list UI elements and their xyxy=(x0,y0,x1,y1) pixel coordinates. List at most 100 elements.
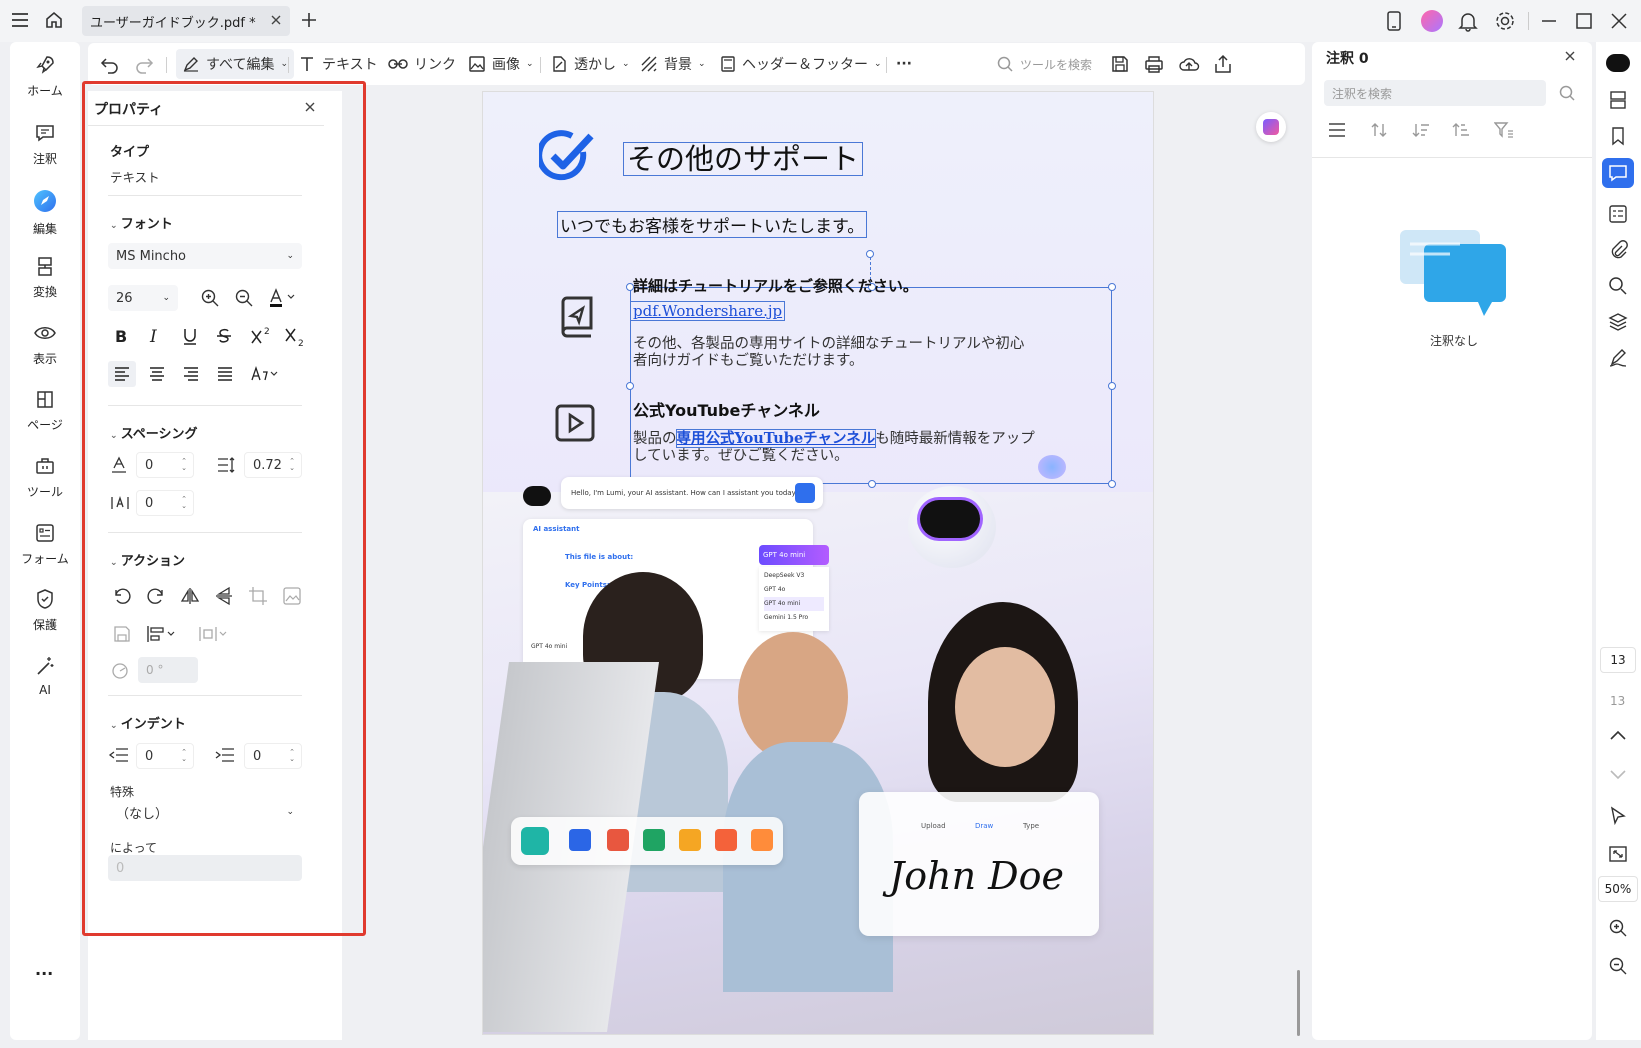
stepper-icon[interactable]: ⌃ ⌄ xyxy=(289,749,295,763)
sort-icon[interactable] xyxy=(1370,122,1388,138)
bell-icon[interactable] xyxy=(1458,10,1478,32)
tutorial-title[interactable]: 詳細はチュートリアルをご参照ください。 xyxy=(633,275,918,296)
close-window-icon[interactable] xyxy=(1610,12,1628,30)
font-section-header[interactable]: ⌄ フォント xyxy=(110,213,173,232)
next-page-icon[interactable] xyxy=(1608,768,1628,782)
resize-handle[interactable] xyxy=(626,382,634,390)
undo-icon[interactable] xyxy=(100,43,120,85)
attachment-icon[interactable] xyxy=(1608,240,1628,260)
form-fields-icon[interactable] xyxy=(1608,204,1628,224)
align-right-icon[interactable] xyxy=(182,366,200,382)
indent-right-input[interactable]: 0 ⌃ ⌄ xyxy=(244,743,302,769)
filter-icon[interactable] xyxy=(1494,122,1514,138)
resize-handle[interactable] xyxy=(868,480,876,488)
minimize-icon[interactable] xyxy=(1540,12,1558,30)
justify-icon[interactable] xyxy=(216,366,234,382)
close-tab-icon[interactable] xyxy=(270,14,282,26)
ai-robot-icon[interactable] xyxy=(1606,54,1630,72)
nav-item-ai[interactable]: AI xyxy=(10,655,80,715)
action-section-header[interactable]: ⌄ アクション xyxy=(110,550,185,569)
stepper-icon[interactable]: ⌃ ⌄ xyxy=(181,749,187,763)
close-comments-icon[interactable] xyxy=(1564,50,1576,62)
background-button[interactable]: 背景 ⌄ xyxy=(640,43,706,85)
align-left-icon[interactable] xyxy=(108,361,136,387)
nav-item-annotate[interactable]: 注釈 xyxy=(10,122,80,182)
subscript-icon[interactable]: 2 xyxy=(284,327,306,347)
add-image-button[interactable]: 画像 ⌄ xyxy=(468,43,534,85)
vertical-scrollbar[interactable] xyxy=(1297,970,1300,1036)
layers-icon[interactable] xyxy=(1608,312,1628,332)
maximize-icon[interactable] xyxy=(1575,12,1593,30)
nav-item-form[interactable]: フォーム xyxy=(10,522,80,582)
signature-icon[interactable] xyxy=(1608,348,1628,368)
nav-item-home[interactable]: ホーム xyxy=(10,54,80,114)
stepper-icon[interactable]: ⌃ ⌄ xyxy=(181,458,187,472)
tutorial-link[interactable]: pdf.Wondershare.jp xyxy=(629,301,786,321)
add-text-button[interactable]: テキスト xyxy=(298,43,378,85)
comments-panel-icon[interactable] xyxy=(1602,158,1634,188)
new-tab-icon[interactable] xyxy=(300,11,318,29)
rotate-left-icon[interactable] xyxy=(112,586,132,606)
more-tools-button[interactable]: ··· xyxy=(896,43,912,85)
watermark-button[interactable]: 透かし ⌄ xyxy=(550,43,630,85)
underline-icon[interactable] xyxy=(182,327,198,345)
zoom-in-icon[interactable] xyxy=(1608,918,1628,938)
rotation-input[interactable]: 0 ° xyxy=(138,657,198,683)
spacing-section-header[interactable]: ⌄ スペーシング xyxy=(110,423,198,442)
sort-descending-icon[interactable] xyxy=(1412,122,1430,138)
support-heading[interactable]: その他のサポート xyxy=(622,142,864,176)
align-objects-icon[interactable] xyxy=(146,624,178,644)
zoom-in-font-icon[interactable] xyxy=(200,288,220,308)
font-size-select[interactable]: 26 ⌄ xyxy=(108,285,178,311)
italic-icon[interactable]: I xyxy=(148,327,164,345)
fit-page-icon[interactable] xyxy=(1608,844,1628,864)
mobile-icon[interactable] xyxy=(1386,10,1402,32)
list-icon[interactable] xyxy=(1328,122,1346,138)
crop-icon[interactable] xyxy=(248,586,268,606)
sort-ascending-icon[interactable] xyxy=(1452,122,1470,138)
comment-search-input[interactable]: 注釈を検索 xyxy=(1324,80,1546,106)
line-spacing-input[interactable]: 0.72 ⌃ ⌄ xyxy=(244,452,302,478)
special-indent-select[interactable]: （なし） ⌄ xyxy=(108,799,302,825)
nav-item-protect[interactable]: 保護 xyxy=(10,588,80,648)
gear-icon[interactable] xyxy=(1494,10,1516,32)
indent-section-header[interactable]: ⌄ インデント xyxy=(110,713,186,732)
character-spacing-input[interactable]: 0 ⌃ ⌄ xyxy=(136,452,194,478)
close-properties-icon[interactable] xyxy=(304,101,316,113)
thumbnails-icon[interactable] xyxy=(1608,90,1628,110)
indent-left-input[interactable]: 0 ⌃ ⌄ xyxy=(136,743,194,769)
font-family-select[interactable]: MS Mincho ⌄ xyxy=(108,243,302,269)
strikethrough-icon[interactable] xyxy=(216,327,232,345)
text-direction-icon[interactable] xyxy=(250,364,280,384)
extract-icon[interactable] xyxy=(112,624,132,644)
document-tab[interactable]: ユーザーガイドブック.pdf * xyxy=(82,6,290,36)
bookmark-icon[interactable] xyxy=(1608,126,1628,146)
nav-item-page[interactable]: ページ xyxy=(10,388,80,448)
print-icon[interactable] xyxy=(1144,43,1164,85)
save-icon[interactable] xyxy=(1110,43,1130,85)
redo-icon[interactable] xyxy=(134,43,154,85)
tool-search[interactable]: ツールを検索 xyxy=(996,43,1092,85)
resize-handle[interactable] xyxy=(1108,382,1116,390)
replace-image-icon[interactable] xyxy=(282,586,302,606)
add-link-button[interactable]: リンク xyxy=(388,43,456,85)
align-center-icon[interactable] xyxy=(148,366,166,382)
tutorial-body-line-2[interactable]: 者向けガイドもご覧いただけます。 xyxy=(633,349,864,370)
youtube-title[interactable]: 公式YouTubeチャンネル xyxy=(633,397,820,421)
header-footer-button[interactable]: ヘッダー＆フッター ⌄ xyxy=(720,43,882,85)
edit-all-button[interactable]: すべて編集 ⌄ xyxy=(176,49,295,79)
nav-item-view[interactable]: 表示 xyxy=(10,322,80,382)
bold-icon[interactable]: B xyxy=(114,327,130,345)
stepper-icon[interactable]: ⌃ ⌄ xyxy=(181,496,187,510)
resize-handle[interactable] xyxy=(1108,480,1116,488)
distribute-icon[interactable] xyxy=(198,624,230,644)
previous-page-icon[interactable] xyxy=(1608,728,1628,742)
pdf-page[interactable]: その他のサポート いつでもお客様をサポートいたします。 詳細はチュートリアルをご… xyxy=(482,91,1154,1035)
zoom-level-input[interactable]: 50% xyxy=(1598,876,1638,902)
support-subheading[interactable]: いつでもお客様をサポートいたします。 xyxy=(556,211,868,238)
home-icon[interactable] xyxy=(44,10,64,30)
zoom-out-icon[interactable] xyxy=(1608,956,1628,976)
nav-item-edit[interactable]: 編集 xyxy=(10,188,80,248)
hamburger-menu-icon[interactable] xyxy=(10,11,30,29)
nav-item-convert[interactable]: 変換 xyxy=(10,255,80,315)
